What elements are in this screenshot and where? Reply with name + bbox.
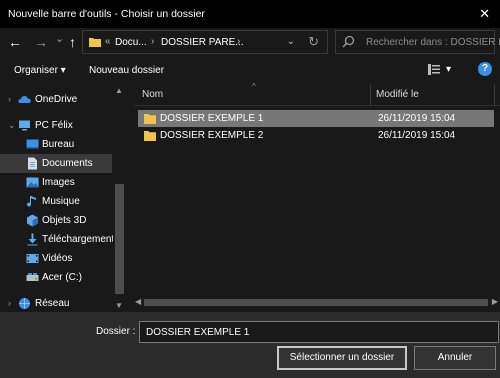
sidebar-item-reseau[interactable]: › Réseau [0, 294, 112, 313]
cancel-button[interactable]: Annuler [414, 346, 496, 370]
help-icon[interactable]: ? [478, 62, 492, 76]
onedrive-icon [18, 96, 31, 103]
music-icon [27, 196, 36, 207]
drive-icon [26, 273, 39, 281]
view-dropdown-icon[interactable]: ▾ [446, 64, 451, 75]
sidebar-item-acer-c[interactable]: Acer (C:) [0, 268, 112, 287]
search-box[interactable]: Rechercher dans : DOSSIER P... [335, 30, 500, 54]
file-row[interactable]: DOSSIER EXEMPLE 2 26/11/2019 15:04 [138, 127, 494, 144]
folder-icon [144, 114, 156, 124]
file-modified: 26/11/2019 15:04 [378, 130, 456, 141]
sidebar-item-label: Vidéos [42, 253, 73, 264]
sidebar-item-documents[interactable]: Documents [0, 154, 112, 173]
images-icon [26, 177, 39, 188]
sidebar-item-label: Musique [42, 196, 80, 207]
sidebar-item-label: Documents [42, 158, 93, 169]
column-header-name[interactable]: Nom [142, 89, 163, 100]
up-arrow-icon[interactable]: ↑ [69, 33, 76, 51]
file-modified: 26/11/2019 15:04 [378, 113, 456, 124]
new-folder-button[interactable]: Nouveau dossier [89, 65, 164, 76]
sidebar-item-label: Réseau [35, 298, 70, 309]
file-name: DOSSIER EXEMPLE 1 [160, 113, 264, 124]
folder-field[interactable] [139, 321, 499, 343]
search-icon [342, 35, 355, 48]
refresh-icon[interactable]: ↻ [308, 34, 319, 50]
folder-icon [89, 38, 101, 47]
forward-arrow-icon[interactable]: → [34, 33, 48, 51]
title-bar: Nouvelle barre d'outils - Choisir un dos… [0, 0, 500, 28]
sidebar-item-label: Acer (C:) [42, 272, 82, 283]
collapse-chevron-icon[interactable]: ⌄ [8, 120, 16, 131]
column-header-modified[interactable]: Modifié le [376, 89, 419, 100]
network-icon [19, 298, 30, 309]
view-options-icon[interactable] [428, 64, 440, 75]
scroll-left-icon[interactable]: ◀ [135, 297, 141, 306]
column-header-row: ^ Nom Modifié le [134, 82, 500, 106]
sidebar-item-pc[interactable]: ⌄ PC Félix [0, 116, 112, 135]
sidebar-item-label: OneDrive [35, 94, 78, 105]
select-folder-button[interactable]: Sélectionner un dossier [277, 346, 407, 370]
sidebar-item-videos[interactable]: Vidéos [0, 249, 112, 268]
sidebar-item-bureau[interactable]: Bureau [0, 135, 112, 154]
close-icon[interactable]: ✕ [479, 6, 490, 22]
overflow-icon[interactable]: « [105, 36, 111, 47]
sidebar-item-label: Images [42, 177, 75, 188]
videos-icon [26, 254, 39, 263]
folder-icon [144, 131, 156, 141]
navigation-pane: › OneDrive ⌄ PC Félix Bureau Documents I… [0, 84, 126, 312]
folder-label: Dossier : [96, 326, 136, 337]
breadcrumb-documents[interactable]: Docu... [115, 37, 147, 48]
sort-indicator-icon: ^ [252, 82, 256, 91]
address-dropdown-icon[interactable]: ⌄ [287, 36, 295, 47]
objects3d-icon [27, 214, 38, 227]
pc-icon [19, 120, 30, 131]
address-bar[interactable]: « Docu... › DOSSIER PARE... › ⌄ ↻ [82, 30, 328, 54]
column-divider[interactable] [370, 84, 371, 106]
column-divider[interactable] [494, 84, 495, 106]
recent-locations-icon[interactable]: ⌄ [55, 30, 64, 48]
expand-chevron-icon[interactable]: › [8, 94, 11, 104]
horizontal-scrollbar[interactable]: ◀ ▶ [134, 296, 500, 309]
expand-chevron-icon[interactable]: › [8, 298, 11, 308]
organize-button[interactable]: Organiser ▾ [14, 65, 66, 76]
desktop-icon [26, 139, 39, 149]
sidebar-item-label: Objets 3D [42, 215, 87, 226]
sidebar-item-objets-3d[interactable]: Objets 3D [0, 211, 112, 230]
breadcrumb-separator-icon[interactable]: › [151, 36, 154, 47]
file-name: DOSSIER EXEMPLE 2 [160, 130, 264, 141]
back-arrow-icon[interactable]: ← [8, 33, 22, 51]
search-placeholder: Rechercher dans : DOSSIER P... [366, 37, 500, 48]
scrollbar-thumb[interactable] [144, 299, 488, 306]
breadcrumb-separator-icon[interactable]: › [237, 36, 240, 47]
sidebar-scrollbar[interactable]: ▲ ▼ [113, 84, 126, 312]
sidebar-item-musique[interactable]: Musique [0, 192, 112, 211]
sidebar-item-label: Bureau [42, 139, 75, 150]
scroll-right-icon[interactable]: ▶ [492, 297, 498, 306]
command-toolbar: Organiser ▾ Nouveau dossier ▾ ? [0, 58, 500, 82]
documents-icon [28, 157, 37, 170]
sidebar-item-label: PC Félix [35, 120, 73, 131]
breadcrumb-dossier-parent[interactable]: DOSSIER PARE... [161, 37, 244, 48]
sidebar-item-onedrive[interactable]: › OneDrive [0, 90, 112, 109]
window-title: Nouvelle barre d'outils - Choisir un dos… [8, 8, 205, 20]
file-row[interactable]: DOSSIER EXEMPLE 1 26/11/2019 15:04 [138, 110, 494, 127]
scrollbar-thumb[interactable] [115, 184, 124, 294]
sidebar-item-telechargements[interactable]: Téléchargements [0, 230, 119, 249]
scroll-down-icon[interactable]: ▼ [115, 301, 123, 310]
file-list: ^ Nom Modifié le DOSSIER EXEMPLE 1 26/11… [134, 82, 500, 312]
sidebar-item-label: Téléchargements [42, 234, 120, 245]
sidebar-item-images[interactable]: Images [0, 173, 112, 192]
scroll-up-icon[interactable]: ▲ [115, 86, 123, 95]
downloads-icon [27, 233, 38, 246]
